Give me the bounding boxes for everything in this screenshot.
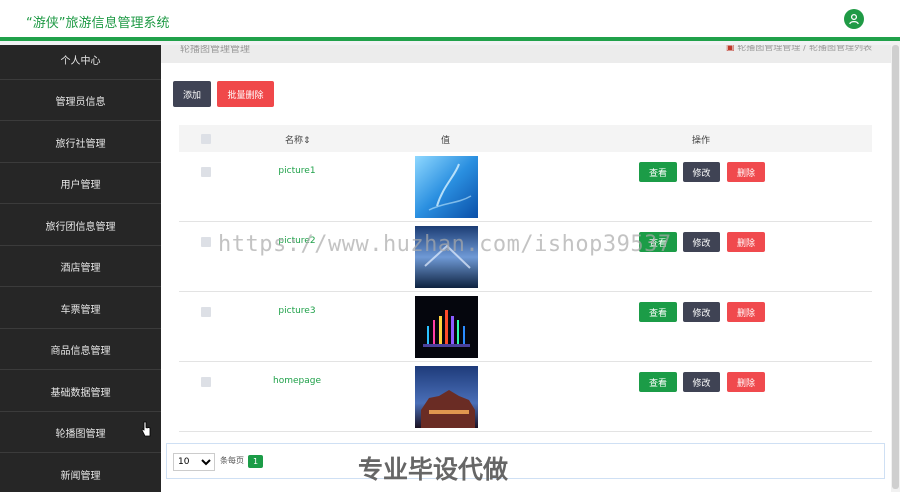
row-image[interactable] — [415, 366, 478, 428]
app-title: “游侠”旅游信息管理系统 — [26, 16, 170, 31]
table-header: 名称⇕ 值 操作 — [179, 125, 872, 152]
pagination: 10 20 50 条每页 1 — [166, 443, 885, 479]
sidebar-item-base-data[interactable]: 基础数据管理 — [0, 371, 161, 412]
sidebar-item-tickets[interactable]: 车票管理 — [0, 288, 161, 329]
row-checkbox[interactable] — [201, 307, 211, 317]
column-header-name[interactable]: 名称⇕ — [285, 133, 311, 146]
table-row: picture3 查看 修改 删除 — [179, 292, 872, 362]
column-header-value: 值 — [441, 136, 451, 146]
delete-button[interactable]: 删除 — [727, 232, 765, 252]
top-bar: “游侠”旅游信息管理系统 — [0, 0, 900, 41]
breadcrumb-path: ▣ 轮播图管理管理 / 轮播图管理列表 — [725, 45, 872, 53]
delete-button[interactable]: 删除 — [727, 372, 765, 392]
sidebar-item-products[interactable]: 商品信息管理 — [0, 329, 161, 370]
row-image[interactable] — [415, 296, 478, 358]
sidebar-item-carousel[interactable]: 轮播图管理 — [0, 412, 161, 453]
sidebar-item-tour-groups[interactable]: 旅行团信息管理 — [0, 205, 161, 246]
edit-button[interactable]: 修改 — [683, 232, 720, 252]
row-checkbox[interactable] — [201, 377, 211, 387]
add-button[interactable]: 添加 — [173, 81, 211, 107]
batch-delete-button[interactable]: 批量删除 — [217, 81, 274, 107]
watermark-text: 专业毕设代做 — [358, 455, 509, 484]
select-all-checkbox[interactable] — [201, 134, 211, 144]
row-image[interactable] — [415, 156, 478, 218]
watermark-url: https://www.huzhan.com/ishop39537 — [218, 232, 672, 257]
breadcrumb: 轮播图管理管理 ▣ 轮播图管理管理 / 轮播图管理列表 — [161, 45, 900, 63]
column-header-actions: 操作 — [692, 136, 711, 146]
delete-button[interactable]: 删除 — [727, 162, 765, 182]
table-row: homepage 查看 修改 删除 — [179, 362, 872, 432]
table-row: picture1 查看 修改 删除 — [179, 152, 872, 222]
sidebar-item-news[interactable]: 新闻管理 — [0, 454, 161, 492]
edit-button[interactable]: 修改 — [683, 372, 720, 392]
view-button[interactable]: 查看 — [639, 372, 677, 392]
sidebar-item-travel-agency[interactable]: 旅行社管理 — [0, 122, 161, 163]
sidebar-item-hotels[interactable]: 酒店管理 — [0, 246, 161, 287]
hand-cursor-icon — [141, 421, 151, 437]
edit-button[interactable]: 修改 — [683, 162, 720, 182]
user-icon — [849, 13, 859, 25]
user-avatar[interactable] — [844, 9, 864, 29]
per-page-label: 条每页 — [220, 456, 244, 465]
page-size-select[interactable]: 10 20 50 — [173, 453, 215, 471]
sidebar-item-users[interactable]: 用户管理 — [0, 163, 161, 204]
sidebar-item-personal-center[interactable]: 个人中心 — [0, 39, 161, 80]
sidebar-item-admin-info[interactable]: 管理员信息 — [0, 80, 161, 121]
edit-button[interactable]: 修改 — [683, 302, 720, 322]
home-icon: ▣ — [725, 45, 735, 53]
view-button[interactable]: 查看 — [639, 302, 677, 322]
row-name: homepage — [273, 376, 321, 386]
delete-button[interactable]: 删除 — [727, 302, 765, 322]
row-checkbox[interactable] — [201, 237, 211, 247]
breadcrumb-title: 轮播图管理管理 — [180, 45, 250, 55]
scrollbar-thumb[interactable] — [892, 45, 899, 489]
row-name: picture3 — [278, 306, 316, 316]
row-name: picture1 — [278, 166, 316, 176]
view-button[interactable]: 查看 — [639, 162, 677, 182]
row-checkbox[interactable] — [201, 167, 211, 177]
page-number-1[interactable]: 1 — [248, 455, 263, 468]
sidebar: 个人中心 管理员信息 旅行社管理 用户管理 旅行团信息管理 酒店管理 车票管理 … — [0, 45, 161, 492]
